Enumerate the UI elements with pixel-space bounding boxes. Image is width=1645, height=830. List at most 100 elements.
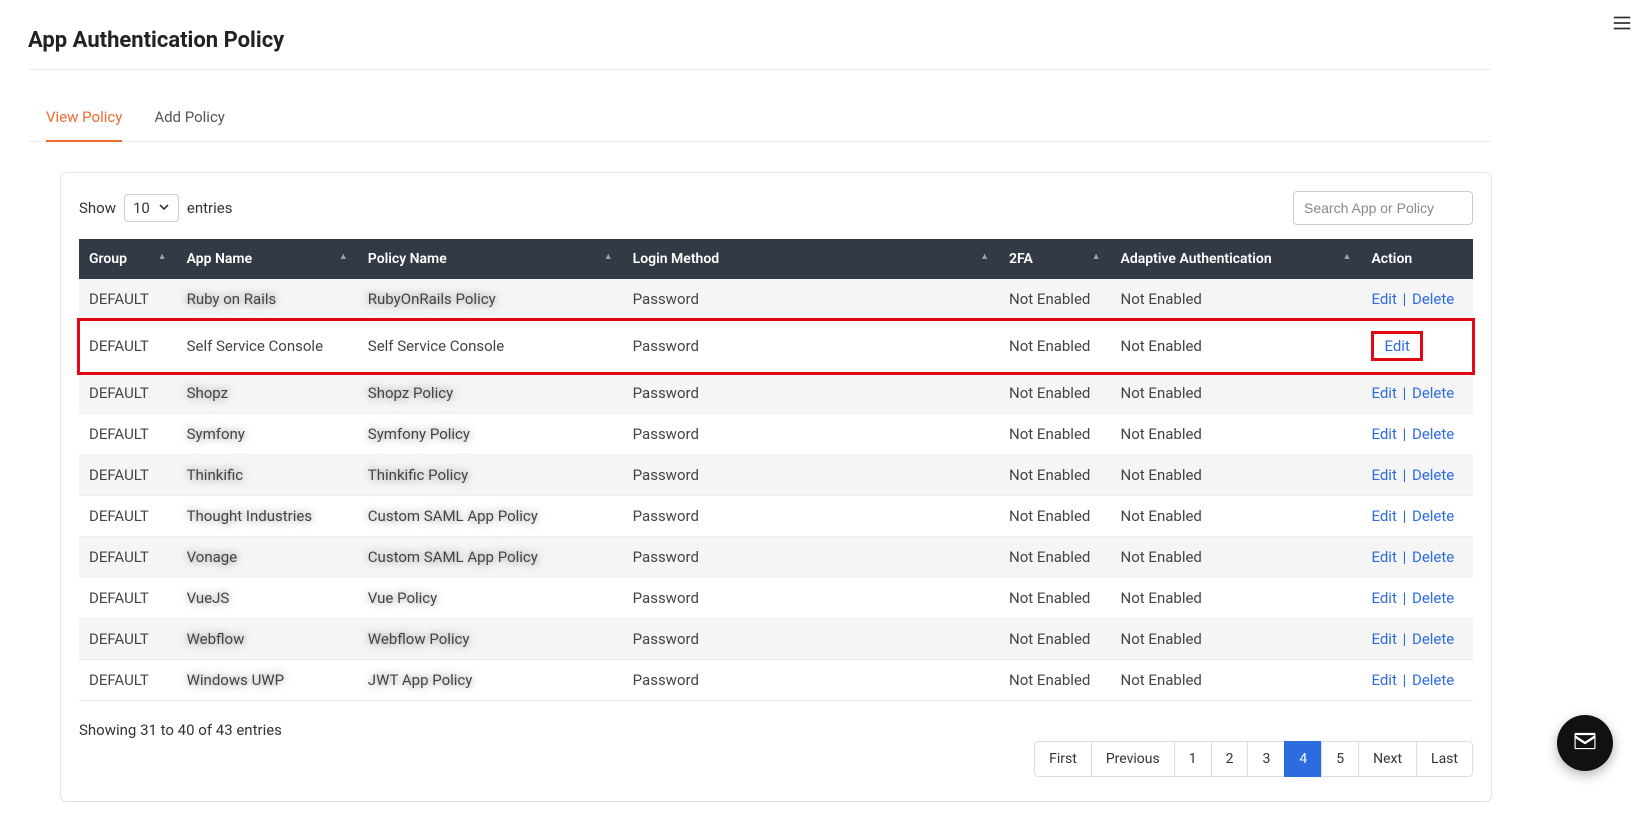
cell-action: Edit | Delete <box>1361 279 1473 320</box>
policy-table: Group App Name Policy Name Login Method … <box>79 239 1473 701</box>
cell-login-method: Password <box>623 320 999 373</box>
cell-2fa: Not Enabled <box>999 619 1111 660</box>
edit-link[interactable]: Edit <box>1371 425 1396 443</box>
cell-adaptive: Not Enabled <box>1111 578 1362 619</box>
cell-2fa: Not Enabled <box>999 414 1111 455</box>
cell-login-method: Password <box>623 279 999 320</box>
table-row: DEFAULTShopzShopz PolicyPasswordNot Enab… <box>79 373 1473 414</box>
delete-link[interactable]: Delete <box>1412 671 1454 689</box>
col-group[interactable]: Group <box>79 239 177 279</box>
cell-2fa: Not Enabled <box>999 537 1111 578</box>
cell-adaptive: Not Enabled <box>1111 320 1362 373</box>
table-row: DEFAULTSymfonySymfony PolicyPasswordNot … <box>79 414 1473 455</box>
cell-policy-name: Custom SAML App Policy <box>358 537 623 578</box>
show-label: Show <box>79 199 116 217</box>
delete-link[interactable]: Delete <box>1412 290 1454 308</box>
cell-login-method: Password <box>623 660 999 701</box>
cell-adaptive: Not Enabled <box>1111 619 1362 660</box>
delete-link[interactable]: Delete <box>1412 384 1454 402</box>
col-app-name[interactable]: App Name <box>177 239 358 279</box>
delete-link[interactable]: Delete <box>1412 425 1454 443</box>
page-size-value: 10 <box>133 199 150 217</box>
cell-policy-name: Thinkific Policy <box>358 455 623 496</box>
menu-icon[interactable] <box>1611 12 1633 38</box>
cell-policy-name: Shopz Policy <box>358 373 623 414</box>
cell-2fa: Not Enabled <box>999 496 1111 537</box>
page-title: App Authentication Policy <box>28 28 1492 53</box>
page-size-select[interactable]: 10 <box>124 194 179 222</box>
cell-group: DEFAULT <box>79 279 177 320</box>
delete-link[interactable]: Delete <box>1412 466 1454 484</box>
cell-2fa: Not Enabled <box>999 660 1111 701</box>
pagination: FirstPrevious12345NextLast <box>1034 741 1473 777</box>
cell-group: DEFAULT <box>79 660 177 701</box>
tab-add-policy[interactable]: Add Policy <box>154 98 225 142</box>
cell-login-method: Password <box>623 537 999 578</box>
cell-app-name: Windows UWP <box>177 660 358 701</box>
col-2fa[interactable]: 2FA <box>999 239 1111 279</box>
cell-action: Edit | Delete <box>1361 537 1473 578</box>
cell-app-name: VueJS <box>177 578 358 619</box>
cell-adaptive: Not Enabled <box>1111 455 1362 496</box>
delete-link[interactable]: Delete <box>1412 507 1454 525</box>
page-size-control: Show 10 entries <box>79 194 232 222</box>
entries-label: entries <box>187 199 233 217</box>
page-4[interactable]: 4 <box>1284 741 1322 777</box>
col-action: Action <box>1361 239 1473 279</box>
search-input[interactable] <box>1293 191 1473 225</box>
cell-policy-name: Symfony Policy <box>358 414 623 455</box>
cell-app-name: Shopz <box>177 373 358 414</box>
edit-link[interactable]: Edit <box>1371 548 1396 566</box>
tab-view-policy[interactable]: View Policy <box>46 98 122 142</box>
mail-icon <box>1571 727 1599 759</box>
cell-login-method: Password <box>623 578 999 619</box>
cell-login-method: Password <box>623 455 999 496</box>
cell-policy-name: Vue Policy <box>358 578 623 619</box>
cell-policy-name: RubyOnRails Policy <box>358 279 623 320</box>
cell-group: DEFAULT <box>79 496 177 537</box>
cell-policy-name: Custom SAML App Policy <box>358 496 623 537</box>
chevron-down-icon <box>158 199 170 217</box>
help-fab[interactable] <box>1557 715 1613 771</box>
cell-app-name: Thought Industries <box>177 496 358 537</box>
delete-link[interactable]: Delete <box>1412 589 1454 607</box>
edit-link[interactable]: Edit <box>1371 466 1396 484</box>
col-adaptive[interactable]: Adaptive Authentication <box>1111 239 1362 279</box>
delete-link[interactable]: Delete <box>1412 548 1454 566</box>
col-policy-name[interactable]: Policy Name <box>358 239 623 279</box>
delete-link[interactable]: Delete <box>1412 630 1454 648</box>
cell-app-name: Symfony <box>177 414 358 455</box>
cell-action: Edit | Delete <box>1361 455 1473 496</box>
table-info: Showing 31 to 40 of 43 entries <box>79 721 282 739</box>
cell-adaptive: Not Enabled <box>1111 414 1362 455</box>
cell-adaptive: Not Enabled <box>1111 496 1362 537</box>
cell-group: DEFAULT <box>79 619 177 660</box>
page-2[interactable]: 2 <box>1211 741 1249 777</box>
edit-link[interactable]: Edit <box>1371 507 1396 525</box>
edit-link[interactable]: Edit <box>1371 384 1396 402</box>
cell-2fa: Not Enabled <box>999 373 1111 414</box>
cell-adaptive: Not Enabled <box>1111 660 1362 701</box>
col-login-method[interactable]: Login Method <box>623 239 999 279</box>
cell-group: DEFAULT <box>79 373 177 414</box>
cell-adaptive: Not Enabled <box>1111 279 1362 320</box>
page-next[interactable]: Next <box>1358 741 1417 777</box>
edit-link[interactable]: Edit <box>1371 589 1396 607</box>
cell-policy-name: Webflow Policy <box>358 619 623 660</box>
edit-link[interactable]: Edit <box>1371 671 1396 689</box>
cell-login-method: Password <box>623 373 999 414</box>
cell-action: Edit | Delete <box>1361 414 1473 455</box>
edit-link[interactable]: Edit <box>1371 290 1396 308</box>
page-5[interactable]: 5 <box>1321 741 1359 777</box>
cell-app-name: Thinkific <box>177 455 358 496</box>
page-last[interactable]: Last <box>1416 741 1473 777</box>
edit-link[interactable]: Edit <box>1384 337 1409 355</box>
page-1[interactable]: 1 <box>1174 741 1212 777</box>
edit-link[interactable]: Edit <box>1371 630 1396 648</box>
page-previous[interactable]: Previous <box>1091 741 1175 777</box>
page-3[interactable]: 3 <box>1247 741 1285 777</box>
table-row: DEFAULTThinkificThinkific PolicyPassword… <box>79 455 1473 496</box>
cell-group: DEFAULT <box>79 320 177 373</box>
page-first[interactable]: First <box>1034 741 1092 777</box>
cell-policy-name: JWT App Policy <box>358 660 623 701</box>
